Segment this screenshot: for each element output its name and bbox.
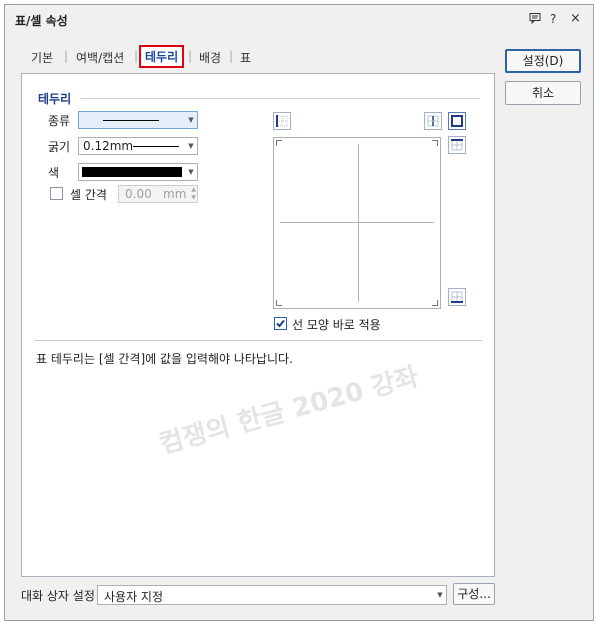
cell-spacing-label: 셀 간격 xyxy=(70,188,107,202)
chevron-down-icon: ▼ xyxy=(188,168,194,176)
chevron-down-icon: ▼ xyxy=(437,591,443,599)
line-type-label: 종류 xyxy=(48,114,71,128)
section-divider xyxy=(80,98,480,99)
title-bar: 표/셀 속성 ? × xyxy=(5,5,593,35)
color-swatch xyxy=(82,167,182,177)
border-inner-icon[interactable] xyxy=(424,112,442,130)
preview-horizontal-line xyxy=(280,222,434,223)
cell-spacing-input[interactable]: 0.00 mm ▲ ▼ xyxy=(118,185,198,203)
cell-spacing-checkbox[interactable] xyxy=(50,187,63,200)
cell-spacing-unit: mm xyxy=(163,187,187,201)
tab-separator: | xyxy=(64,49,69,63)
line-width-select[interactable]: 0.12mm ▼ xyxy=(78,137,198,155)
line-type-select[interactable]: ▼ xyxy=(78,111,198,129)
border-left-icon[interactable] xyxy=(273,112,291,130)
tab-separator: | xyxy=(229,49,234,63)
line-type-sample xyxy=(103,120,159,121)
checkmark-icon xyxy=(276,319,285,328)
tab-basic[interactable]: 기본 xyxy=(31,49,53,66)
chevron-down-icon: ▼ xyxy=(188,116,194,124)
border-top-icon[interactable] xyxy=(448,136,466,154)
tab-border[interactable]: 테두리 xyxy=(139,45,185,68)
spin-icon[interactable]: ▲ ▼ xyxy=(191,186,196,202)
cell-properties-dialog: 표/셀 속성 ? × 기본 | 여백/캡션 | 테두리 | 배경 | 표 설정(… xyxy=(4,4,594,621)
line-color-label: 색 xyxy=(48,166,60,180)
line-color-select[interactable]: ▼ xyxy=(78,163,198,181)
info-divider xyxy=(34,340,482,341)
line-width-sample xyxy=(133,146,179,147)
preview-corner xyxy=(432,140,438,146)
preview-vertical-line xyxy=(358,144,359,302)
dialog-title: 표/셀 속성 xyxy=(15,14,68,28)
preview-corner xyxy=(432,300,438,306)
dialog-setting-value: 사용자 지정 xyxy=(104,590,164,604)
line-width-value: 0.12mm xyxy=(83,139,134,153)
tab-margin-caption[interactable]: 여백/캡션 xyxy=(76,49,124,66)
info-text: 표 테두리는 [셀 간격]에 값을 입력해야 나타납니다. xyxy=(36,352,293,366)
cell-spacing-value: 0.00 xyxy=(125,187,152,201)
ok-button[interactable]: 설정(D) xyxy=(505,49,581,73)
line-width-label: 굵기 xyxy=(48,140,71,154)
border-preview[interactable] xyxy=(273,137,441,309)
close-icon[interactable]: × xyxy=(570,11,581,26)
chevron-down-icon: ▼ xyxy=(188,142,194,150)
border-bottom-icon[interactable] xyxy=(448,288,466,306)
border-panel: 테두리 종류 ▼ 굵기 0.12mm ▼ 색 ▼ 셀 간격 0.00 mm ▲ ▼ xyxy=(21,73,495,577)
tab-separator: | xyxy=(134,49,139,63)
help-icon[interactable]: ? xyxy=(550,12,556,26)
message-icon[interactable] xyxy=(529,12,541,27)
compose-button[interactable]: 구성... xyxy=(453,583,495,605)
tab-separator: | xyxy=(188,49,193,63)
preview-corner xyxy=(276,300,282,306)
apply-immediately-checkbox[interactable] xyxy=(274,317,287,330)
section-title: 테두리 xyxy=(38,92,72,106)
dialog-setting-select[interactable]: 사용자 지정 ▼ xyxy=(97,585,447,605)
tab-background[interactable]: 배경 xyxy=(199,49,221,66)
border-outer-icon[interactable] xyxy=(448,112,466,130)
preview-corner xyxy=(276,140,282,146)
cancel-button[interactable]: 취소 xyxy=(505,81,581,105)
dialog-setting-label: 대화 상자 설정 xyxy=(21,589,95,603)
tab-table[interactable]: 표 xyxy=(240,49,251,66)
apply-immediately-label: 선 모양 바로 적용 xyxy=(292,318,381,332)
